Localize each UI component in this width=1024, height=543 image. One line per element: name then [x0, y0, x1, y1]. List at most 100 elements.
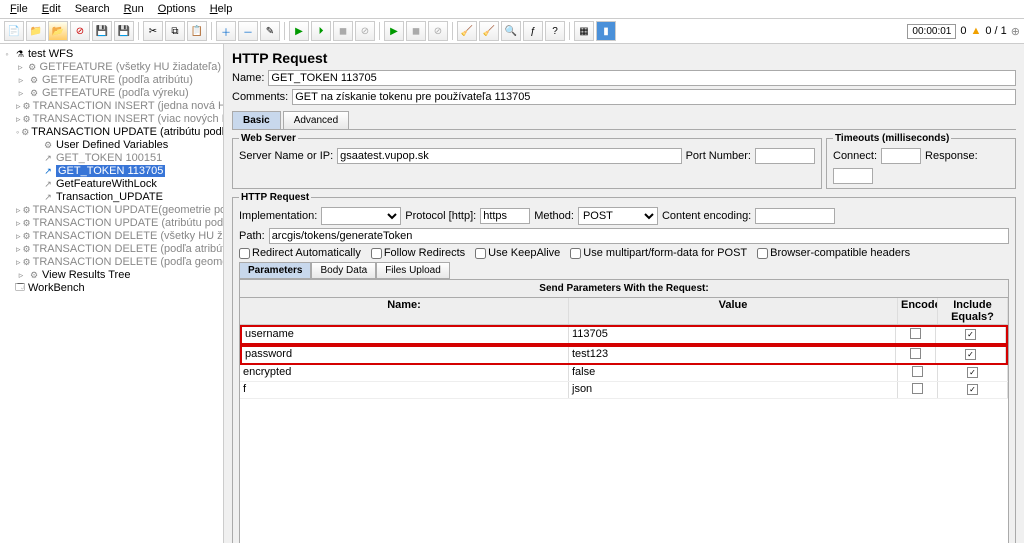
saveas-icon[interactable]: 💾: [114, 21, 134, 41]
toolbar: 📄 📁 📂 ⊘ 💾 💾 ✂ ⧉ 📋 ＋ － ✎ ▶ ⏵ ◼ ⊘ ▶ ◼ ⊘ 🧹 …: [0, 19, 1024, 44]
paste-icon[interactable]: 📋: [187, 21, 207, 41]
subtab-parameters[interactable]: Parameters: [239, 262, 311, 279]
clear-icon[interactable]: 🧹: [457, 21, 477, 41]
menu-file[interactable]: File: [4, 2, 34, 16]
tree-item[interactable]: Transaction_UPDATE: [56, 191, 163, 203]
name-input[interactable]: [268, 70, 1016, 86]
tree-item[interactable]: GET_TOKEN 100151: [56, 152, 162, 164]
cb-redirect[interactable]: Redirect Automatically: [239, 247, 361, 259]
table-row[interactable]: username113705✓: [240, 325, 1008, 345]
cb-keep[interactable]: Use KeepAlive: [475, 247, 560, 259]
tree-item[interactable]: GetFeatureWithLock: [56, 178, 157, 190]
thread-icon: ⚙: [28, 87, 40, 99]
open-icon[interactable]: 📂: [48, 21, 68, 41]
tree-item[interactable]: TRANSACTION INSERT (jedna nová HU): [33, 100, 224, 112]
tree-item[interactable]: TRANSACTION UPDATE (atribútu podľa geome…: [33, 217, 224, 229]
tree-item[interactable]: TRANSACTION DELETE (podľa atribútu): [33, 243, 224, 255]
path-input[interactable]: [269, 228, 1009, 244]
menu-options[interactable]: Options: [152, 2, 202, 16]
thread-count: 0 / 1: [985, 25, 1006, 37]
menu-run[interactable]: Run: [118, 2, 150, 16]
toggle-icon[interactable]: ✎: [260, 21, 280, 41]
server-input[interactable]: [337, 148, 681, 164]
tree-root[interactable]: test WFS: [28, 48, 73, 60]
response-label: Response:: [925, 150, 978, 162]
subtab-body[interactable]: Body Data: [311, 262, 376, 279]
templates-icon[interactable]: 📁: [26, 21, 46, 41]
tab-advanced[interactable]: Advanced: [283, 111, 349, 129]
tool1-icon[interactable]: ▦: [574, 21, 594, 41]
remote-shutdown-icon[interactable]: ⊘: [428, 21, 448, 41]
tree-item[interactable]: GETFEATURE (podľa výreku): [42, 87, 189, 99]
table-row[interactable]: passwordtest123✓: [240, 345, 1008, 365]
collapse-icon[interactable]: －: [238, 21, 258, 41]
tree-item[interactable]: GET_TOKEN 113705: [56, 165, 165, 177]
menu-edit[interactable]: Edit: [36, 2, 67, 16]
impl-select[interactable]: [321, 207, 401, 225]
impl-label: Implementation:: [239, 210, 317, 222]
method-select[interactable]: POST: [578, 207, 658, 225]
tree-item[interactable]: TRANSACTION INSERT (viac nových HU): [33, 113, 224, 125]
tab-basic[interactable]: Basic: [232, 111, 281, 129]
col-include: Include Equals?: [938, 298, 1008, 324]
sampler-icon: ↗: [42, 191, 54, 203]
params-grid[interactable]: Name: Value Encode? Include Equals? user…: [239, 297, 1009, 543]
response-input[interactable]: [833, 168, 873, 184]
cb-compat[interactable]: Browser-compatible headers: [757, 247, 910, 259]
proto-input[interactable]: [480, 208, 530, 224]
close-icon[interactable]: ⊘: [70, 21, 90, 41]
tree-item[interactable]: View Results Tree: [42, 269, 130, 281]
cenc-input[interactable]: [755, 208, 835, 224]
comments-label: Comments:: [232, 91, 288, 103]
col-name: Name:: [240, 298, 569, 324]
function-icon[interactable]: ƒ: [523, 21, 543, 41]
connect-input[interactable]: [881, 148, 921, 164]
tree-workbench[interactable]: WorkBench: [28, 282, 85, 294]
cb-follow[interactable]: Follow Redirects: [371, 247, 465, 259]
cb-multi[interactable]: Use multipart/form-data for POST: [570, 247, 747, 259]
help-icon[interactable]: ?: [545, 21, 565, 41]
tree-item[interactable]: GETFEATURE (všetky HU žiadateľa): [40, 61, 221, 73]
table-row[interactable]: encryptedfalse✓: [240, 365, 1008, 382]
clearall-icon[interactable]: 🧹: [479, 21, 499, 41]
tree-item[interactable]: TRANSACTION UPDATE(geometrie podľa atrib…: [33, 204, 224, 216]
sampler-icon: ↗: [42, 165, 54, 177]
copy-icon[interactable]: ⧉: [165, 21, 185, 41]
panel-title: HTTP Request: [232, 50, 1016, 66]
thread-icon: ⚙: [23, 100, 31, 112]
col-value: Value: [569, 298, 898, 324]
port-input[interactable]: [755, 148, 815, 164]
subtab-files[interactable]: Files Upload: [376, 262, 450, 279]
expand-icon[interactable]: ＋: [216, 21, 236, 41]
port-label: Port Number:: [686, 150, 751, 162]
menu-help[interactable]: Help: [204, 2, 239, 16]
thread-icon: ⚙: [23, 113, 31, 125]
save-icon[interactable]: 💾: [92, 21, 112, 41]
stop-icon[interactable]: ◼: [333, 21, 353, 41]
comments-input[interactable]: [292, 89, 1016, 105]
webserver-legend: Web Server: [239, 133, 298, 144]
tree-item[interactable]: TRANSACTION UPDATE (atribútu podľa atrib…: [31, 126, 224, 138]
thread-icon: ⚙: [23, 204, 31, 216]
menu-search[interactable]: Search: [69, 2, 116, 16]
remote-start-icon[interactable]: ▶: [384, 21, 404, 41]
table-row[interactable]: fjson✓: [240, 382, 1008, 399]
start-notimers-icon[interactable]: ⏵: [311, 21, 331, 41]
tool2-icon[interactable]: ▮: [596, 21, 616, 41]
test-plan-tree[interactable]: ◦⚗test WFS ▹⚙GETFEATURE (všetky HU žiada…: [0, 44, 224, 543]
tree-item[interactable]: User Defined Variables: [56, 139, 168, 151]
tree-item[interactable]: TRANSACTION DELETE (podľa geometrie): [33, 256, 224, 268]
workbench-icon: 🗔: [14, 282, 26, 294]
new-icon[interactable]: 📄: [4, 21, 24, 41]
grid-title: Send Parameters With the Request:: [239, 279, 1009, 297]
tree-item[interactable]: TRANSACTION DELETE (všetky HU žiadateľa): [33, 230, 224, 242]
cut-icon[interactable]: ✂: [143, 21, 163, 41]
shutdown-icon[interactable]: ⊘: [355, 21, 375, 41]
remote-stop-icon[interactable]: ◼: [406, 21, 426, 41]
menubar: File Edit Search Run Options Help: [0, 0, 1024, 19]
status-icon: ⊕: [1011, 25, 1020, 38]
start-icon[interactable]: ▶: [289, 21, 309, 41]
search-icon[interactable]: 🔍: [501, 21, 521, 41]
tree-item[interactable]: GETFEATURE (podľa atribútu): [42, 74, 193, 86]
sampler-icon: ↗: [42, 178, 54, 190]
